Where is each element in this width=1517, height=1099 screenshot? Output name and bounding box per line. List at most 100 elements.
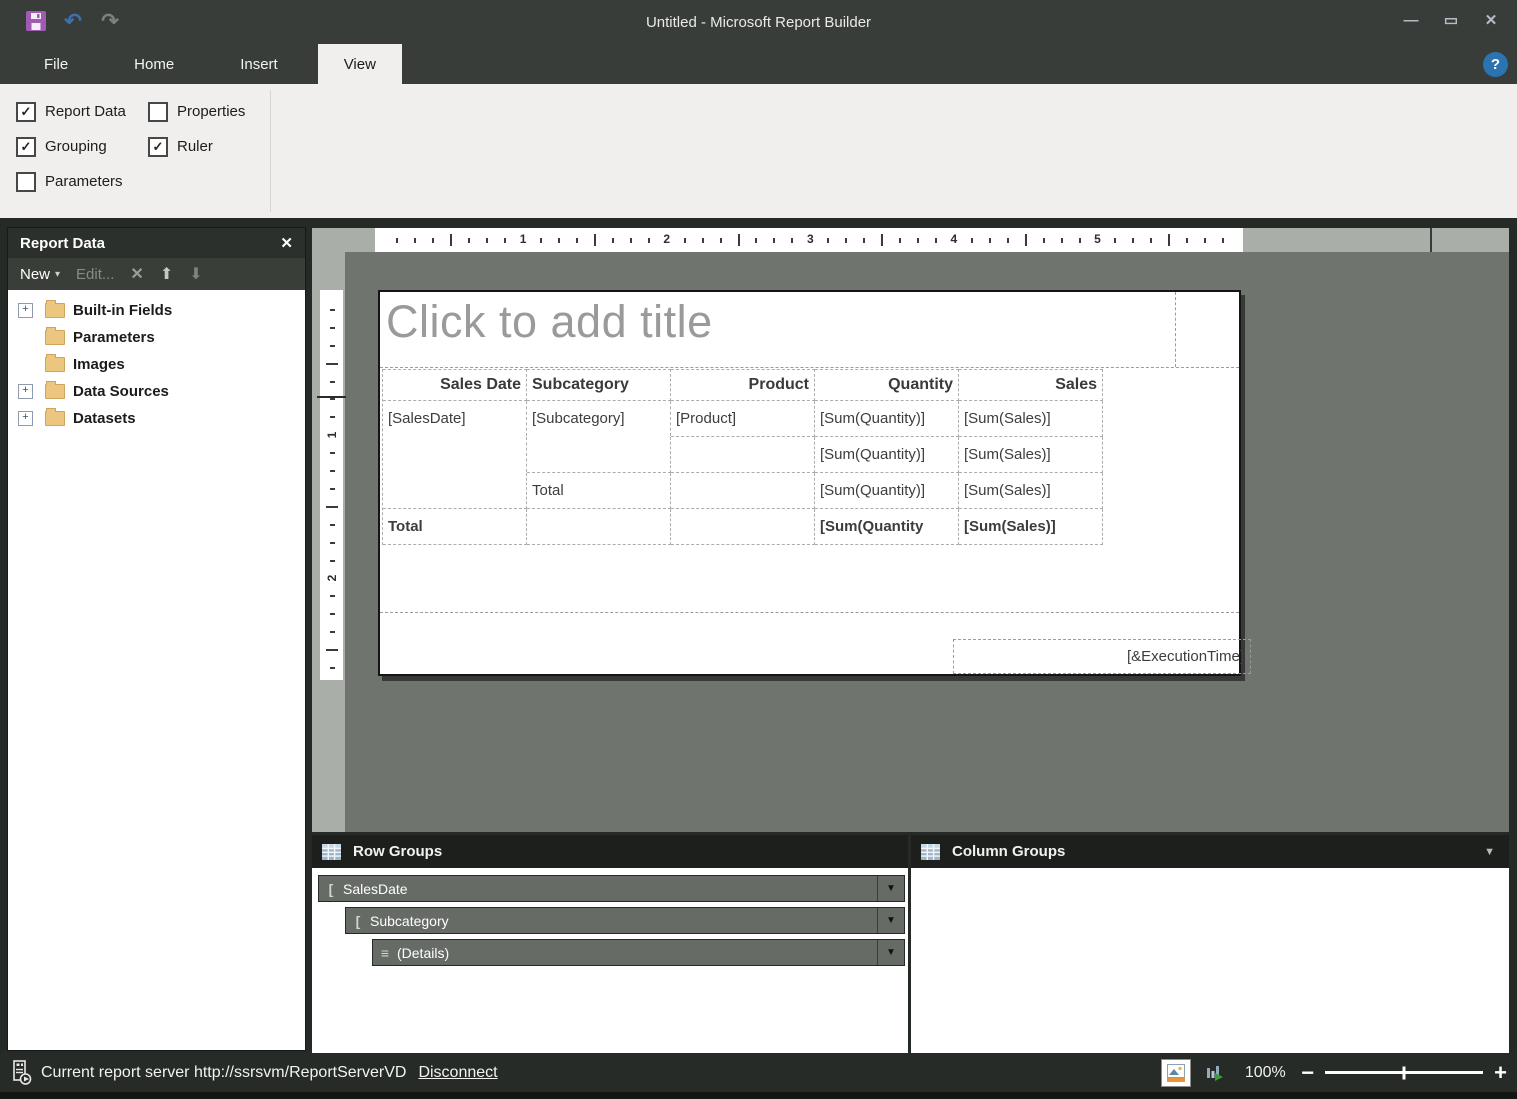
expand-icon[interactable]: + xyxy=(18,411,33,426)
checkbox-box[interactable]: ✓ xyxy=(148,137,168,157)
table-cell[interactable] xyxy=(383,473,527,509)
folder-icon xyxy=(45,303,65,318)
table-cell[interactable]: Total xyxy=(383,509,527,545)
table-cell[interactable]: [Sum(Sales)] xyxy=(959,401,1103,437)
table-cell[interactable] xyxy=(383,437,527,472)
disconnect-link[interactable]: Disconnect xyxy=(418,1064,497,1082)
maximize-button[interactable]: ▭ xyxy=(1439,6,1463,34)
tree-item-parameters[interactable]: + Parameters xyxy=(8,324,305,351)
row-group-subcategory[interactable]: [ Subcategory ▼ xyxy=(345,907,905,934)
details-icon: ≡ xyxy=(373,945,397,961)
save-button[interactable] xyxy=(24,9,48,33)
table-cell[interactable] xyxy=(671,509,815,545)
checkbox-box[interactable]: ✓ xyxy=(16,102,36,122)
zoom-in-button[interactable]: + xyxy=(1494,1060,1507,1086)
plus-icon: + xyxy=(22,411,28,423)
title-bar: ↶ ↷ Untitled - Microsoft Report Builder … xyxy=(0,0,1517,44)
column-groups-menu-button[interactable]: ▼ xyxy=(1484,846,1499,858)
redo-button[interactable]: ↷ xyxy=(98,9,122,33)
move-down-button[interactable]: ⬇ xyxy=(189,264,202,284)
table-cell[interactable]: [Subcategory] xyxy=(527,401,671,436)
table-cell[interactable]: [SalesDate] xyxy=(383,401,527,436)
checkbox-label: Parameters xyxy=(45,173,123,190)
table-header-cell[interactable]: Sales Date xyxy=(383,369,527,401)
table-cell[interactable] xyxy=(527,509,671,545)
report-title-placeholder[interactable]: Click to add title xyxy=(386,296,713,348)
tree-item-label: Images xyxy=(73,356,125,373)
checkbox-label: Grouping xyxy=(45,138,107,155)
server-status-text: Current report server http://ssrsvm/Repo… xyxy=(41,1064,406,1082)
zoom-slider[interactable] xyxy=(1325,1071,1483,1074)
checkbox-label: Properties xyxy=(177,103,245,120)
checkbox-ruler[interactable]: ✓ Ruler xyxy=(148,137,245,157)
zoom-slider-thumb[interactable] xyxy=(1403,1066,1406,1079)
checkbox-box[interactable]: ✓ xyxy=(16,137,36,157)
table-cell[interactable]: [Sum(Quantity)] xyxy=(815,473,959,509)
new-button[interactable]: New ▾ xyxy=(20,266,60,283)
help-button[interactable]: ? xyxy=(1483,52,1508,77)
table-cell[interactable]: [Sum(Sales)] xyxy=(959,473,1103,509)
execution-time-textbox[interactable]: [&ExecutionTime] xyxy=(953,639,1251,674)
title-box-bottom-edge xyxy=(380,367,1239,368)
table-cell[interactable]: Total xyxy=(527,473,671,509)
delete-button[interactable]: ✕ xyxy=(130,264,143,284)
table-header-cell[interactable]: Subcategory xyxy=(527,369,671,401)
table-cell[interactable] xyxy=(671,473,815,509)
table-cell[interactable] xyxy=(671,437,815,473)
checkbox-report-data[interactable]: ✓ Report Data xyxy=(16,102,148,122)
table-cell[interactable]: [Sum(Quantity xyxy=(815,509,959,545)
title-box-edge xyxy=(1175,292,1176,367)
checkbox-grouping[interactable]: ✓ Grouping xyxy=(16,137,148,157)
zoom-out-button[interactable]: − xyxy=(1301,1060,1314,1086)
tree-item-images[interactable]: + Images xyxy=(8,351,305,378)
table-cell[interactable]: [Sum(Quantity)] xyxy=(815,437,959,473)
checkbox-box[interactable]: ✓ xyxy=(16,172,36,192)
table-cell[interactable] xyxy=(527,437,671,473)
table-header-cell[interactable]: Quantity xyxy=(815,369,959,401)
row-group-details[interactable]: ≡ (Details) ▼ xyxy=(372,939,905,966)
chevron-down-icon: ▼ xyxy=(886,883,896,894)
folder-icon xyxy=(45,330,65,345)
tab-file[interactable]: File xyxy=(18,44,94,84)
report-data-panel: Report Data ✕ New ▾ Edit... ✕ ⬆ ⬇ + Buil… xyxy=(8,228,305,1050)
undo-button[interactable]: ↶ xyxy=(61,9,85,33)
checkbox-properties[interactable]: ✓ Properties xyxy=(148,102,245,122)
group-dropdown-button[interactable]: ▼ xyxy=(877,876,904,901)
minimize-button[interactable]: — xyxy=(1399,6,1423,34)
run-view-icon xyxy=(1206,1064,1224,1082)
minus-icon: − xyxy=(1301,1060,1314,1086)
tree-item-datasets[interactable]: + Datasets xyxy=(8,405,305,432)
tab-home-label: Home xyxy=(134,56,174,73)
tab-insert[interactable]: Insert xyxy=(214,44,304,84)
table-cell[interactable]: [Product] xyxy=(671,401,815,437)
table-header-cell[interactable]: Product xyxy=(671,369,815,401)
tab-home[interactable]: Home xyxy=(108,44,200,84)
table-cell[interactable]: [Sum(Sales)] xyxy=(959,437,1103,473)
tree-item-data-sources[interactable]: + Data Sources xyxy=(8,378,305,405)
tree-item-built-in-fields[interactable]: + Built-in Fields xyxy=(8,297,305,324)
row-groups-pane: Row Groups [ SalesDate ▼ [ Subcategory ▼… xyxy=(312,835,908,1053)
table-cell[interactable]: [Sum(Quantity)] xyxy=(815,401,959,437)
row-groups-title: Row Groups xyxy=(353,843,442,860)
folder-icon xyxy=(45,411,65,426)
design-view-button[interactable] xyxy=(1162,1060,1190,1086)
folder-icon xyxy=(45,357,65,372)
panel-close-button[interactable]: ✕ xyxy=(280,234,293,252)
run-view-button[interactable] xyxy=(1201,1060,1229,1086)
move-up-button[interactable]: ⬆ xyxy=(160,264,173,284)
checkbox-parameters[interactable]: ✓ Parameters xyxy=(16,172,148,192)
group-dropdown-button[interactable]: ▼ xyxy=(877,940,904,965)
show-hide-group: ✓ Report Data ✓ Properties ✓ Grouping ✓ … xyxy=(16,94,245,199)
table-cell[interactable]: [Sum(Sales)] xyxy=(959,509,1103,545)
expand-icon[interactable]: + xyxy=(18,303,33,318)
close-button[interactable]: ✕ xyxy=(1479,6,1503,34)
edit-button[interactable]: Edit... xyxy=(76,266,114,283)
checkbox-box[interactable]: ✓ xyxy=(148,102,168,122)
tab-view[interactable]: View xyxy=(318,44,402,84)
group-dropdown-button[interactable]: ▼ xyxy=(877,908,904,933)
report-canvas[interactable]: Click to add title Sales Date Subcategor… xyxy=(378,290,1241,676)
table-header-cell[interactable]: Sales xyxy=(959,369,1103,401)
row-group-salesdate[interactable]: [ SalesDate ▼ xyxy=(318,875,905,902)
minimize-icon: — xyxy=(1404,12,1419,29)
expand-icon[interactable]: + xyxy=(18,384,33,399)
